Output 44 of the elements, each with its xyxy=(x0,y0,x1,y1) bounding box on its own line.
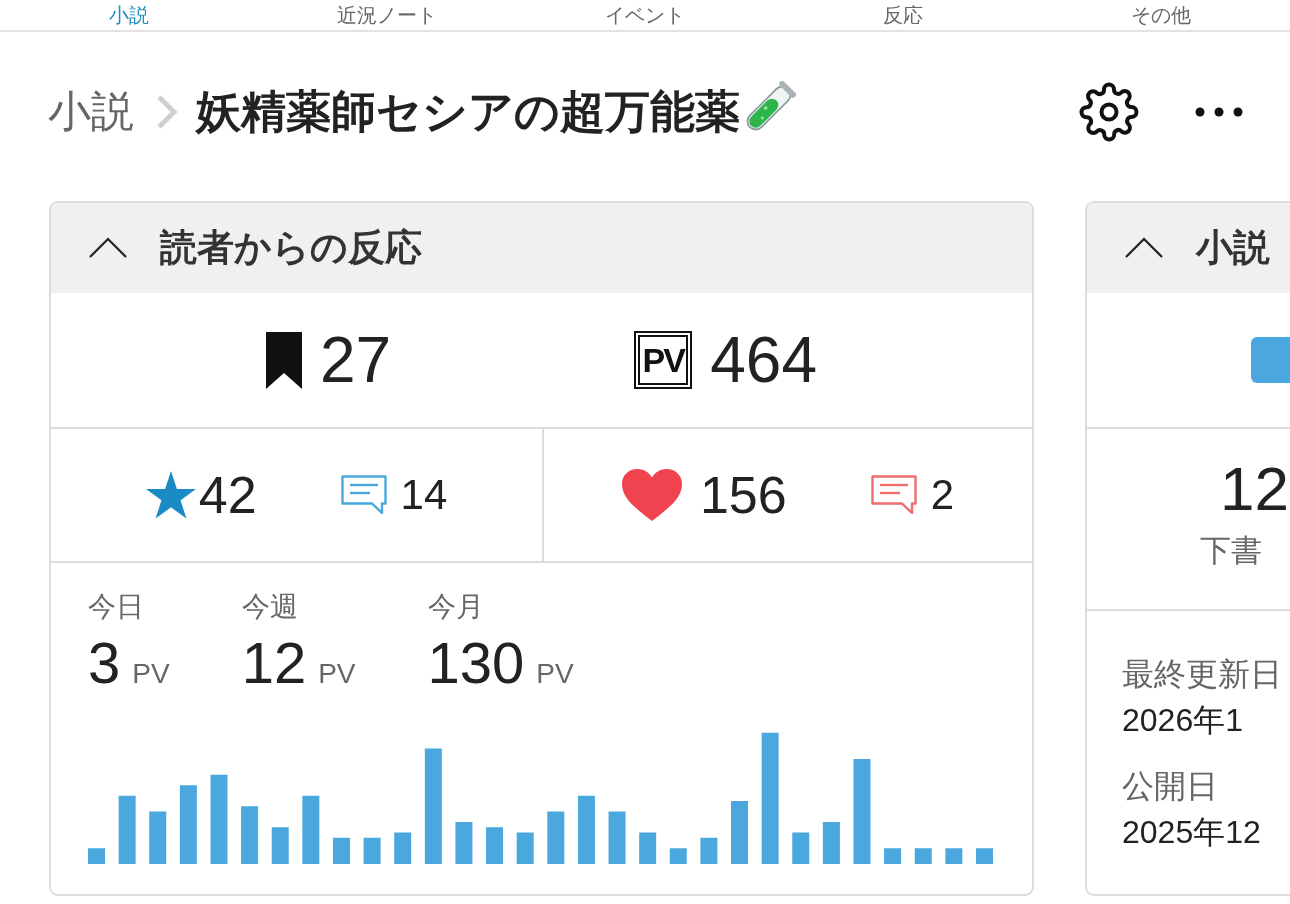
review-count: 14 xyxy=(400,474,448,516)
bookmark-icon xyxy=(266,331,302,389)
count-label: 下書 xyxy=(1200,532,1262,570)
period-unit: PV xyxy=(536,658,574,690)
heart-count: 156 xyxy=(699,469,787,521)
episode-count: 12 xyxy=(1220,455,1289,523)
period-unit: PV xyxy=(318,658,356,690)
heart-icon xyxy=(621,469,682,521)
comment-icon xyxy=(870,475,917,515)
date-value: 2025年12 xyxy=(1122,813,1261,852)
period-value: 3 xyxy=(88,631,121,695)
more-icon xyxy=(1195,107,1243,117)
more-button[interactable] xyxy=(1195,107,1243,117)
card-title: 小説 xyxy=(1196,226,1270,270)
period-label: 今日 xyxy=(88,590,145,624)
period-label: 今月 xyxy=(427,590,485,624)
period-unit: PV xyxy=(132,658,170,690)
nav-tab[interactable]: 小説 xyxy=(101,2,157,28)
nav-tab[interactable]: 近況ノート xyxy=(329,2,445,28)
star-count: 42 xyxy=(198,469,257,521)
date-value: 2026年1 xyxy=(1122,701,1243,740)
bookmark-count: 27 xyxy=(320,328,392,392)
status-tag xyxy=(1251,337,1290,383)
nav-tab[interactable]: その他 xyxy=(1123,2,1199,28)
settings-button[interactable] xyxy=(1079,82,1139,142)
date-label: 公開日 xyxy=(1122,767,1218,806)
pv-label: PV xyxy=(634,331,693,389)
comment-count: 2 xyxy=(930,474,955,516)
breadcrumb-link[interactable]: 小説 xyxy=(48,83,134,141)
chevron-icon[interactable] xyxy=(88,237,128,259)
date-label: 最終更新日 xyxy=(1122,655,1282,694)
period-label: 今週 xyxy=(241,590,299,624)
chevron-icon[interactable] xyxy=(1124,237,1164,259)
nav-tab[interactable]: 反応 xyxy=(875,2,931,28)
work-title: 妖精薬師セシアの超万能薬 xyxy=(196,85,740,139)
period-value: 130 xyxy=(427,631,525,695)
chevron-right-icon xyxy=(156,94,178,130)
card-title: 読者からの反応 xyxy=(160,226,422,270)
star-icon xyxy=(145,471,196,519)
comment-icon xyxy=(340,475,387,515)
page-view-count: 464 xyxy=(710,328,817,392)
settings-icon xyxy=(1079,82,1139,142)
period-value: 12 xyxy=(241,631,307,695)
nav-tab[interactable]: イベント xyxy=(597,2,693,28)
